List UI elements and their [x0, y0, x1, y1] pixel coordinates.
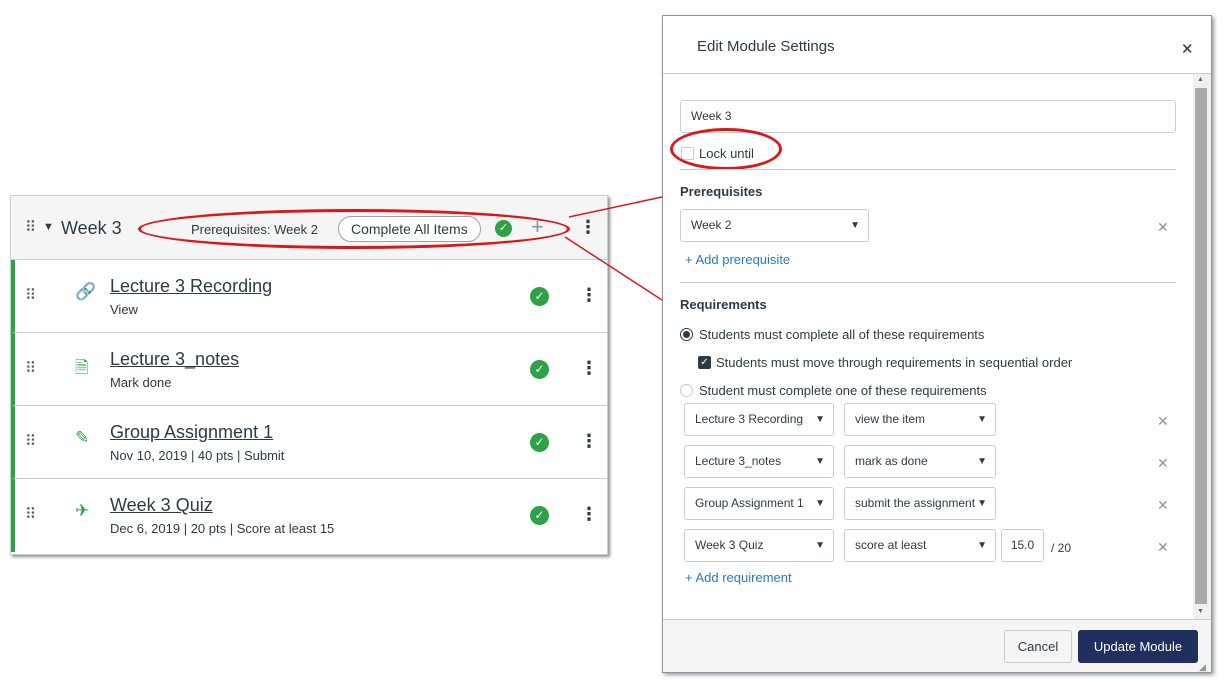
remove-prerequisite-icon[interactable]: ✕	[1157, 219, 1169, 236]
prerequisites-heading: Prerequisites	[680, 184, 763, 199]
link-icon: 🔗	[75, 282, 97, 301]
requirement-item-select[interactable]: Lecture 3_notes ▼	[684, 445, 834, 478]
requirement-item-value: Lecture 3_notes	[695, 454, 782, 468]
requirement-item-value: Week 3 Quiz	[695, 538, 764, 552]
collapse-caret-icon[interactable]: ▼	[43, 221, 54, 233]
item-options-kebab-icon[interactable]: ⋮	[580, 359, 598, 377]
complete-all-radio[interactable]	[680, 328, 693, 341]
chevron-down-icon: ▼	[815, 414, 825, 425]
item-options-kebab-icon[interactable]: ⋮	[580, 432, 598, 450]
dialog-title: Edit Module Settings	[697, 38, 835, 55]
module-item-meta: Mark done	[110, 375, 172, 390]
drag-handle-icon[interactable]: ⠿	[25, 507, 36, 522]
item-complete-check-icon: ✓	[530, 506, 549, 525]
module-header[interactable]: ⠿ ▼ Week 3 Prerequisites: Week 2 Complet…	[11, 196, 607, 260]
module-item-row: ⠿ 🗎 Lecture 3_notes Mark done ✓ ⋮	[11, 333, 607, 406]
update-module-button[interactable]: Update Module	[1078, 630, 1198, 663]
module-item-title[interactable]: Lecture 3_notes	[110, 349, 239, 370]
section-divider	[680, 282, 1176, 283]
module-name-input[interactable]: Week 3	[680, 100, 1176, 133]
requirement-item-select[interactable]: Group Assignment 1 ▼	[684, 487, 834, 520]
requirements-heading: Requirements	[680, 297, 767, 312]
requirement-action-select[interactable]: submit the assignment ▼	[844, 487, 996, 520]
chevron-down-icon: ▼	[975, 488, 987, 519]
max-score-label: / 20	[1051, 541, 1072, 555]
remove-requirement-icon[interactable]: ✕	[1157, 455, 1169, 472]
header-highlight-annotation	[138, 209, 570, 249]
item-options-kebab-icon[interactable]: ⋮	[580, 505, 598, 523]
complete-one-radio[interactable]	[680, 384, 693, 397]
requirement-action-value: view the item	[855, 412, 926, 426]
module-title: Week 3	[61, 218, 122, 238]
requirement-item-value: Lecture 3 Recording	[695, 412, 804, 426]
chevron-down-icon: ▼	[815, 540, 825, 551]
module-item-meta: Nov 10, 2019 | 40 pts | Submit	[110, 448, 285, 463]
chevron-down-icon: ▼	[815, 498, 825, 509]
module-item-row: ⠿ ✈ Week 3 Quiz Dec 6, 2019 | 20 pts | S…	[11, 479, 607, 552]
sequential-order-checkbox[interactable]: ✓	[698, 356, 711, 369]
scroll-down-icon[interactable]: ▼	[1197, 608, 1204, 615]
requirement-item-select[interactable]: Lecture 3 Recording ▼	[684, 403, 834, 436]
requirement-action-value: submit the assignment	[855, 496, 976, 510]
dialog-footer: Cancel Update Module ◢	[663, 619, 1211, 672]
requirement-action-select[interactable]: score at least ▼	[844, 529, 996, 562]
requirement-item-select[interactable]: Week 3 Quiz ▼	[684, 529, 834, 562]
drag-handle-icon[interactable]: ⠿	[25, 220, 36, 235]
module-item-title[interactable]: Lecture 3 Recording	[110, 276, 272, 297]
module-item-meta: View	[110, 302, 138, 317]
page-icon: 🗎	[75, 358, 89, 377]
item-complete-check-icon: ✓	[530, 433, 549, 452]
item-options-kebab-icon[interactable]: ⋮	[580, 286, 598, 304]
drag-handle-icon[interactable]: ⠿	[25, 434, 36, 449]
module-item-row: ⠿ ✎ Group Assignment 1 Nov 10, 2019 | 40…	[11, 406, 607, 479]
complete-all-label: Students must complete all of these requ…	[699, 327, 985, 342]
module-item-row: ⠿ 🔗 Lecture 3 Recording View ✓ ⋮	[11, 260, 607, 333]
module-item-title[interactable]: Group Assignment 1	[110, 422, 273, 443]
remove-requirement-icon[interactable]: ✕	[1157, 539, 1169, 556]
lock-until-highlight-annotation	[670, 128, 782, 170]
module-options-kebab-icon[interactable]: ⋮	[579, 218, 597, 236]
chevron-down-icon: ▼	[815, 456, 825, 467]
drag-handle-icon[interactable]: ⠿	[25, 288, 36, 303]
section-divider	[680, 169, 1176, 170]
requirement-action-value: mark as done	[855, 454, 928, 468]
min-score-input[interactable]: 15.0	[1001, 529, 1044, 562]
item-complete-check-icon: ✓	[530, 287, 549, 306]
chevron-down-icon: ▼	[977, 456, 987, 467]
close-icon[interactable]: ✕	[1181, 40, 1194, 58]
chevron-down-icon: ▼	[977, 540, 987, 551]
quiz-icon: ✈	[75, 501, 90, 520]
drag-handle-icon[interactable]: ⠿	[25, 361, 36, 376]
item-complete-check-icon: ✓	[530, 360, 549, 379]
requirement-action-select[interactable]: mark as done ▼	[844, 445, 996, 478]
resize-grip-icon[interactable]: ◢	[1199, 662, 1206, 673]
chevron-down-icon: ▼	[850, 220, 860, 231]
dialog-scrollbar[interactable]: ▲ ▼	[1193, 74, 1211, 619]
dialog-header: Edit Module Settings ✕	[663, 16, 1211, 74]
module-card: ⠿ ▼ Week 3 Prerequisites: Week 2 Complet…	[10, 195, 608, 555]
sequential-order-label: Students must move through requirements …	[716, 355, 1073, 370]
remove-requirement-icon[interactable]: ✕	[1157, 497, 1169, 514]
prerequisite-select[interactable]: Week 2 ▼	[680, 209, 869, 242]
complete-one-label: Student must complete one of these requi…	[699, 383, 987, 398]
module-item-meta: Dec 6, 2019 | 20 pts | Score at least 15	[110, 521, 335, 536]
remove-requirement-icon[interactable]: ✕	[1157, 413, 1169, 430]
assignment-icon: ✎	[75, 428, 90, 447]
edit-module-dialog: Edit Module Settings ✕ ▲ ▼ Week 3 Lock u…	[662, 15, 1212, 673]
scroll-thumb[interactable]	[1195, 88, 1207, 604]
chevron-down-icon: ▼	[977, 414, 987, 425]
add-requirement-link[interactable]: + Add requirement	[685, 570, 792, 585]
requirement-action-select[interactable]: view the item ▼	[844, 403, 996, 436]
cancel-button[interactable]: Cancel	[1004, 630, 1072, 663]
prerequisite-select-value: Week 2	[691, 218, 732, 232]
module-item-title[interactable]: Week 3 Quiz	[110, 495, 213, 516]
add-prerequisite-link[interactable]: + Add prerequisite	[685, 252, 790, 267]
requirement-item-value: Group Assignment 1	[695, 496, 804, 510]
scroll-up-icon[interactable]: ▲	[1197, 76, 1204, 83]
requirement-action-value: score at least	[855, 538, 927, 552]
